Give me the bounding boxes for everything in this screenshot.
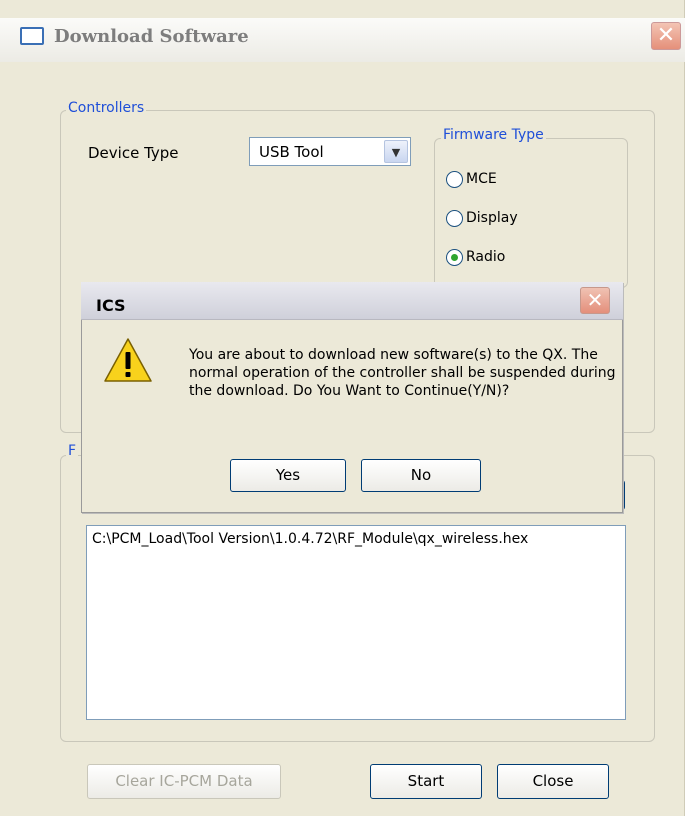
dialog-message: You are about to download new software(s… (189, 347, 616, 399)
firmware-type-legend: Firmware Type (441, 127, 546, 143)
yes-button[interactable]: Yes (230, 459, 346, 492)
radio-selected-dot (451, 254, 458, 261)
radio-radio[interactable] (446, 249, 463, 266)
window-title: Download Software (54, 26, 249, 47)
dialog-title: ICS (96, 296, 126, 315)
dialog-close-button[interactable]: ✕ (580, 287, 610, 314)
clear-ic-pcm-data-button: Clear IC-PCM Data (87, 764, 281, 799)
device-type-value: USB Tool (259, 143, 324, 161)
radio-display-label[interactable]: Display (466, 210, 518, 226)
window-icon (20, 27, 44, 45)
device-type-label: Device Type (88, 144, 179, 162)
files-legend: F (66, 443, 79, 459)
chevron-down-icon[interactable]: ▼ (384, 140, 408, 163)
radio-mce[interactable] (446, 171, 463, 188)
radio-display[interactable] (446, 210, 463, 227)
close-button[interactable]: Close (497, 764, 609, 799)
file-list[interactable] (86, 525, 626, 720)
radio-radio-label[interactable]: Radio (466, 249, 505, 265)
controllers-legend: Controllers (66, 100, 147, 116)
no-button[interactable]: No (361, 459, 481, 492)
warning-icon (104, 338, 152, 382)
radio-mce-label[interactable]: MCE (466, 171, 497, 187)
dialog-titlebar[interactable] (81, 282, 623, 320)
list-item[interactable]: C:\PCM_Load\Tool Version\1.0.4.72\RF_Mod… (92, 531, 528, 547)
window-close-button[interactable]: ✕ (651, 22, 681, 50)
firmware-type-group (434, 138, 628, 288)
start-button[interactable]: Start (370, 764, 482, 799)
